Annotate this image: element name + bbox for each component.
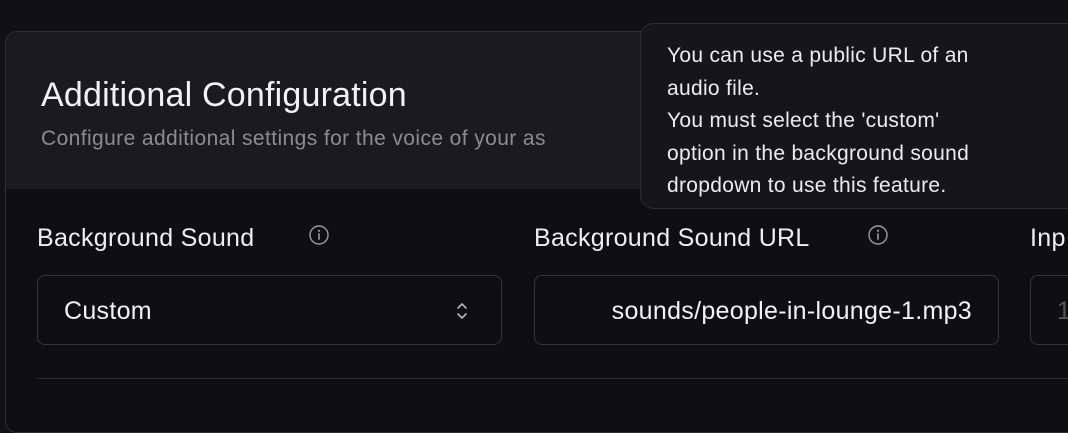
- background-sound-select[interactable]: Custom: [37, 275, 502, 345]
- background-sound-url-info-icon[interactable]: [868, 225, 888, 245]
- third-field-input[interactable]: 1: [1030, 275, 1068, 345]
- third-field-input-value: 1: [1057, 297, 1068, 326]
- background-sound-info-icon[interactable]: [309, 225, 329, 245]
- third-field-label: Inp: [1030, 224, 1066, 252]
- section-divider: [37, 378, 1068, 379]
- background-sound-label: Background Sound: [37, 224, 255, 252]
- chevron-up-down-icon: [457, 303, 467, 319]
- background-sound-select-value: Custom: [64, 297, 152, 325]
- tooltip-text: You can use a public URL of an audio fil…: [667, 44, 970, 197]
- background-sound-url-label: Background Sound URL: [534, 224, 810, 252]
- section-title: Additional Configuration: [41, 76, 407, 114]
- section-subtitle: Configure additional settings for the vo…: [41, 127, 546, 150]
- background-sound-url-input-value: sounds/people-in-lounge-1.mp3: [611, 297, 972, 325]
- background-sound-url-tooltip: You can use a public URL of an audio fil…: [640, 23, 1068, 209]
- background-sound-url-input[interactable]: sounds/people-in-lounge-1.mp3: [534, 275, 999, 345]
